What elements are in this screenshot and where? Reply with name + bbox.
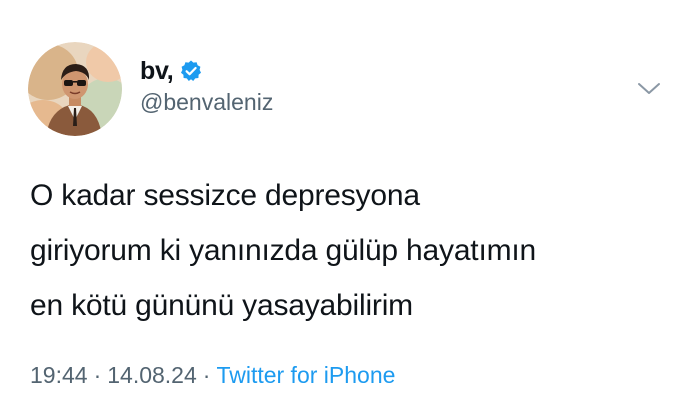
tweet-card: bv, @benvaleniz O kadar sessizce depresy… <box>0 0 688 400</box>
tweet-meta: 19:44 · 14.08.24 · Twitter for iPhone <box>30 362 395 389</box>
tweet-date[interactable]: 14.08.24 <box>107 362 197 388</box>
tweet-text-line: giriyorum ki yanınızda gülüp hayatımın <box>30 234 536 267</box>
display-name[interactable]: bv, <box>140 57 174 86</box>
avatar-image <box>28 42 122 136</box>
tweet-text-line: O kadar sessizce depresyona <box>30 179 420 212</box>
avatar[interactable] <box>28 42 122 136</box>
tweet-time[interactable]: 19:44 <box>30 362 88 388</box>
more-options-button[interactable] <box>634 74 664 104</box>
chevron-down-icon <box>638 83 660 94</box>
verified-badge-icon <box>179 59 203 83</box>
tweet-text-line: en kötü gününü yasayabilirim <box>30 289 413 322</box>
author-name-row: bv, <box>140 56 203 86</box>
meta-separator: · <box>202 362 211 388</box>
meta-separator: · <box>93 362 102 388</box>
tweet-source-link[interactable]: Twitter for iPhone <box>216 362 395 388</box>
username-handle[interactable]: @benvaleniz <box>140 89 273 116</box>
tweet-text: O kadar sessizce depresyona giriyorum ki… <box>30 168 670 333</box>
